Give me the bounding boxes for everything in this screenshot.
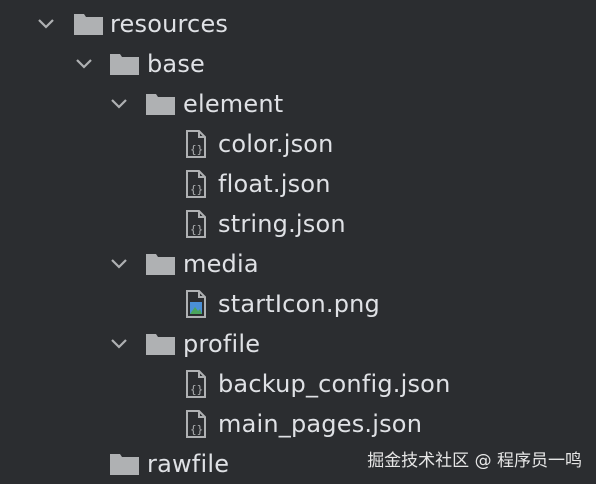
chevron-down-icon[interactable] — [35, 13, 57, 35]
tree-item-label: element — [183, 90, 284, 118]
folder-icon — [146, 333, 175, 355]
svg-text:{}: {} — [190, 423, 203, 436]
svg-text:{}: {} — [190, 383, 203, 396]
folder-icon — [146, 93, 175, 115]
chevron-down-icon[interactable] — [108, 93, 130, 115]
folder-icon — [146, 253, 175, 275]
json-file-icon: {} — [186, 370, 210, 398]
tree-item-label: float.json — [218, 170, 331, 198]
tree-row-resources[interactable]: resources — [0, 4, 596, 44]
folder-icon — [74, 13, 103, 35]
tree-item-label: color.json — [218, 130, 334, 158]
image-file-icon — [186, 290, 210, 318]
tree-item-label: profile — [183, 330, 261, 358]
tree-row-starticon-png[interactable]: startIcon.png — [0, 284, 596, 324]
svg-text:{}: {} — [190, 143, 203, 156]
project-tree: resources base element {} color.json {} … — [0, 0, 596, 484]
tree-item-label: startIcon.png — [218, 290, 380, 318]
chevron-down-icon[interactable] — [73, 53, 95, 75]
tree-row-string-json[interactable]: {} string.json — [0, 204, 596, 244]
tree-row-main-pages-json[interactable]: {} main_pages.json — [0, 404, 596, 444]
tree-row-media[interactable]: media — [0, 244, 596, 284]
svg-text:{}: {} — [190, 183, 203, 196]
tree-row-float-json[interactable]: {} float.json — [0, 164, 596, 204]
json-file-icon: {} — [186, 410, 210, 438]
json-file-icon: {} — [186, 210, 210, 238]
tree-item-label: string.json — [218, 210, 346, 238]
tree-row-color-json[interactable]: {} color.json — [0, 124, 596, 164]
tree-item-label: backup_config.json — [218, 370, 451, 398]
tree-row-element[interactable]: element — [0, 84, 596, 124]
tree-row-backup-config-json[interactable]: {} backup_config.json — [0, 364, 596, 404]
tree-row-profile[interactable]: profile — [0, 324, 596, 364]
json-file-icon: {} — [186, 130, 210, 158]
folder-icon — [110, 53, 139, 75]
watermark: 掘金技术社区 @ 程序员一鸣 — [367, 451, 582, 471]
json-file-icon: {} — [186, 170, 210, 198]
tree-item-label: resources — [110, 10, 229, 38]
svg-text:{}: {} — [190, 223, 203, 236]
tree-item-label: media — [183, 250, 259, 278]
tree-row-base[interactable]: base — [0, 44, 596, 84]
tree-item-label: main_pages.json — [218, 410, 423, 438]
chevron-down-icon[interactable] — [108, 253, 130, 275]
folder-icon — [110, 453, 139, 475]
tree-item-label: base — [147, 50, 206, 78]
tree-item-label: rawfile — [147, 450, 230, 478]
chevron-down-icon[interactable] — [108, 333, 130, 355]
